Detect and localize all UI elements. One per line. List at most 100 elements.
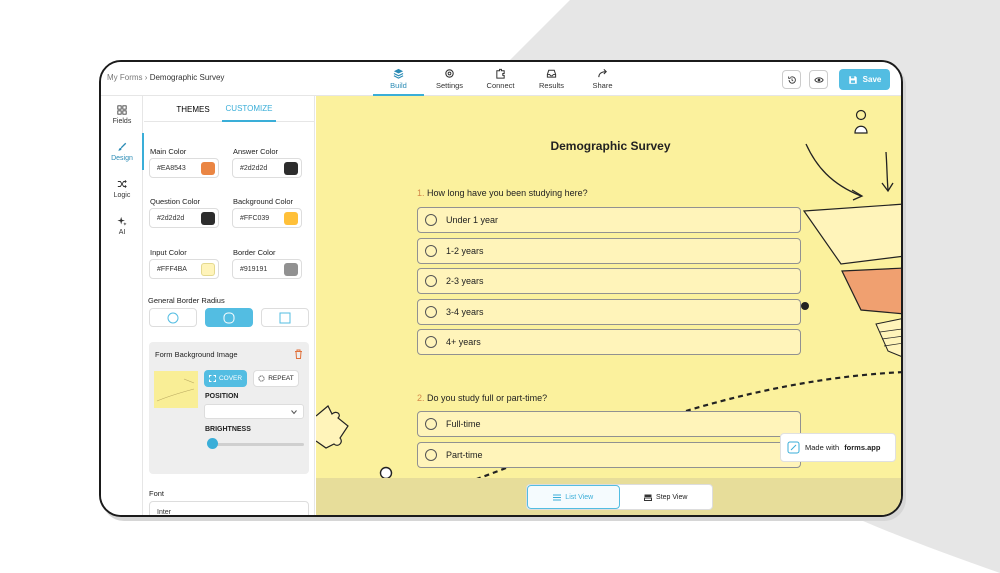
history-button[interactable] bbox=[782, 70, 801, 89]
rail-ai-label: AI bbox=[118, 228, 126, 236]
rail-item-fields[interactable]: Fields bbox=[101, 96, 143, 133]
radius-round-option[interactable] bbox=[149, 308, 197, 327]
font-value: Inter bbox=[157, 509, 172, 516]
rail-fields-label: Fields bbox=[112, 117, 132, 125]
answer-option[interactable]: 2-3 years bbox=[417, 268, 801, 294]
radio-button[interactable] bbox=[425, 245, 437, 257]
tab-connect-label: Connect bbox=[486, 81, 515, 90]
main-nav: Build Settings Connect Results Share bbox=[373, 62, 628, 96]
forms-app-logo-icon bbox=[787, 441, 800, 454]
design-panel: THEMES CUSTOMIZE Main Color #EA8543 Answ… bbox=[144, 96, 315, 516]
answer-option[interactable]: Part-time bbox=[417, 442, 801, 468]
gear-icon bbox=[445, 69, 454, 78]
position-select[interactable] bbox=[204, 404, 304, 419]
radio-button[interactable] bbox=[425, 418, 437, 430]
answer-option[interactable]: 1-2 years bbox=[417, 238, 801, 264]
answer-option[interactable]: 4+ years bbox=[417, 329, 801, 355]
question-1-text: How long have you been studying here? bbox=[427, 188, 588, 198]
breadcrumb: My Forms › Demographic Survey bbox=[107, 73, 224, 82]
input-color-value: #FFF4BA bbox=[157, 265, 187, 273]
input-color-input[interactable]: #FFF4BA bbox=[149, 259, 219, 279]
font-label: Font bbox=[149, 489, 165, 498]
border-color-swatch[interactable] bbox=[284, 263, 298, 276]
option-label: 4+ years bbox=[446, 337, 481, 347]
answer-color-value: #2d2d2d bbox=[240, 164, 268, 172]
rounded-square-icon bbox=[223, 312, 235, 323]
tab-build-label: Build bbox=[390, 81, 407, 90]
border-color-value: #919191 bbox=[240, 265, 268, 273]
option-label: Part-time bbox=[446, 450, 483, 460]
background-color-label: Background Color bbox=[233, 197, 294, 206]
tab-build[interactable]: Build bbox=[373, 62, 424, 96]
circle-icon bbox=[167, 312, 179, 323]
form-background-section: Form Background Image COVER REPEAT POSIT… bbox=[149, 342, 309, 474]
tab-results[interactable]: Results bbox=[526, 62, 577, 96]
tab-share-label: Share bbox=[592, 81, 613, 90]
save-button[interactable]: Save bbox=[839, 69, 890, 90]
answer-color-swatch[interactable] bbox=[284, 162, 298, 175]
main-color-swatch[interactable] bbox=[201, 162, 215, 175]
radio-button[interactable] bbox=[425, 449, 437, 461]
share-icon bbox=[598, 68, 607, 78]
thumbnail-doodle bbox=[156, 378, 195, 402]
radio-button[interactable] bbox=[425, 306, 437, 318]
eye-icon bbox=[813, 76, 824, 83]
repeat-button[interactable]: REPEAT bbox=[253, 370, 299, 387]
cover-button[interactable]: COVER bbox=[204, 370, 247, 387]
square-icon bbox=[279, 312, 291, 323]
brightness-slider-handle[interactable] bbox=[207, 438, 218, 449]
answer-option[interactable]: 3-4 years bbox=[417, 299, 801, 325]
question-color-swatch[interactable] bbox=[201, 212, 215, 225]
list-icon bbox=[553, 494, 562, 500]
grid-icon bbox=[117, 104, 127, 115]
form-title: Demographic Survey bbox=[550, 139, 671, 153]
answer-color-input[interactable]: #2d2d2d bbox=[232, 158, 302, 178]
inbox-icon bbox=[546, 69, 557, 78]
radio-button[interactable] bbox=[425, 275, 437, 287]
background-color-swatch[interactable] bbox=[284, 212, 298, 225]
radius-square-option[interactable] bbox=[261, 308, 309, 327]
floppy-icon bbox=[848, 75, 857, 84]
background-thumbnail[interactable] bbox=[154, 371, 198, 408]
list-view-button[interactable]: List View bbox=[527, 485, 620, 509]
radius-medium-option[interactable] bbox=[205, 308, 253, 327]
tab-customize[interactable]: CUSTOMIZE bbox=[222, 96, 276, 122]
tab-connect[interactable]: Connect bbox=[475, 62, 526, 96]
radio-button[interactable] bbox=[425, 336, 437, 348]
answer-option[interactable]: Full-time bbox=[417, 411, 801, 437]
left-rail: Fields Design Logic AI bbox=[101, 96, 144, 515]
puzzle-icon bbox=[496, 68, 505, 79]
trash-icon[interactable] bbox=[294, 349, 303, 359]
border-color-input[interactable]: #919191 bbox=[232, 259, 302, 279]
question-2-text: Do you study full or part-time? bbox=[427, 393, 548, 403]
border-color-label: Border Color bbox=[233, 248, 276, 257]
sparkle-icon bbox=[117, 216, 127, 226]
input-color-swatch[interactable] bbox=[201, 263, 215, 276]
question-color-value: #2d2d2d bbox=[157, 214, 185, 222]
brightness-slider-track[interactable] bbox=[210, 443, 304, 446]
option-label: 2-3 years bbox=[446, 276, 484, 286]
main-color-label: Main Color bbox=[150, 147, 187, 156]
font-select[interactable]: Inter bbox=[149, 501, 309, 516]
history-icon bbox=[787, 75, 796, 84]
preview-button[interactable] bbox=[809, 70, 828, 89]
breadcrumb-root[interactable]: My Forms bbox=[107, 73, 143, 82]
tab-share[interactable]: Share bbox=[577, 62, 628, 96]
radio-button[interactable] bbox=[425, 214, 437, 226]
tab-settings[interactable]: Settings bbox=[424, 62, 475, 96]
rail-item-ai[interactable]: AI bbox=[101, 207, 143, 244]
step-view-button[interactable]: Step View bbox=[620, 485, 713, 509]
answer-option[interactable]: Under 1 year bbox=[417, 207, 801, 233]
layers-icon bbox=[393, 68, 404, 79]
main-color-value: #EA8543 bbox=[157, 164, 186, 172]
background-color-input[interactable]: #FFC039 bbox=[232, 208, 302, 228]
question-color-input[interactable]: #2d2d2d bbox=[149, 208, 219, 228]
background-color-value: #FFC039 bbox=[240, 214, 270, 222]
option-label: 1-2 years bbox=[446, 246, 484, 256]
made-with-badge[interactable]: Made with forms.app bbox=[780, 433, 896, 462]
rail-item-logic[interactable]: Logic bbox=[101, 170, 143, 207]
rail-item-design[interactable]: Design bbox=[101, 133, 144, 170]
breadcrumb-current: Demographic Survey bbox=[149, 73, 225, 82]
main-color-input[interactable]: #EA8543 bbox=[149, 158, 219, 178]
tab-themes[interactable]: THEMES bbox=[174, 96, 212, 122]
